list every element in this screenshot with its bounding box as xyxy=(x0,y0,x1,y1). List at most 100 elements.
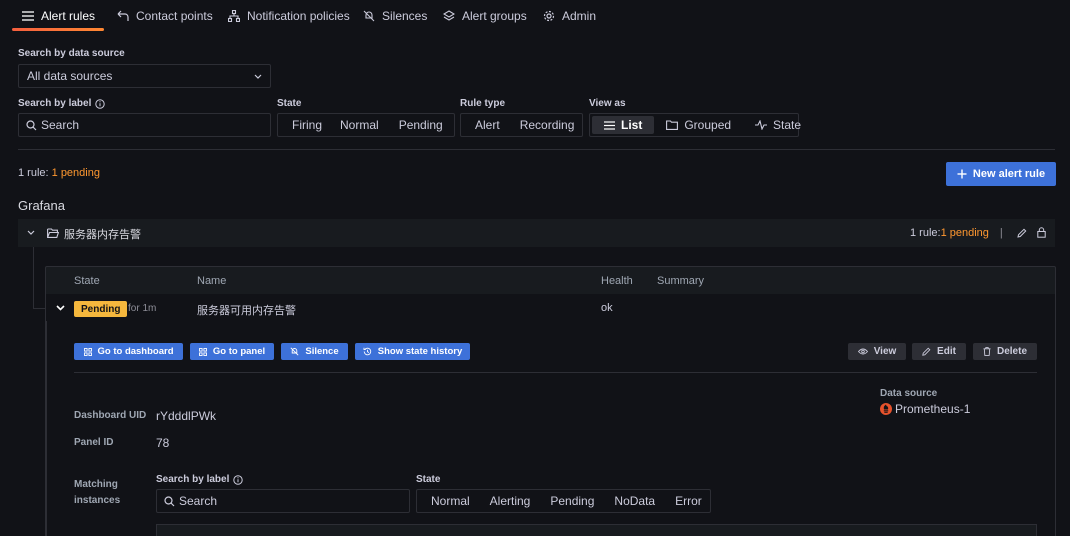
instances-state-nodata[interactable]: NoData xyxy=(604,492,665,510)
matching-instances-label: Matching instances xyxy=(74,477,120,509)
datasource-select-value: All data sources xyxy=(27,69,113,83)
tab-alert-groups[interactable]: Alert groups xyxy=(443,0,527,32)
instances-table xyxy=(156,524,1037,536)
state-filter-firing[interactable]: Firing xyxy=(280,116,330,134)
matching-instances-line1: Matching xyxy=(74,479,118,490)
label-search-input[interactable]: Search xyxy=(18,113,271,137)
chevron-down-icon[interactable] xyxy=(27,230,35,236)
instances-state-error[interactable]: Error xyxy=(665,492,712,510)
view-as-group: List Grouped State xyxy=(589,113,801,137)
tab-admin[interactable]: Admin xyxy=(543,0,596,32)
delete-label: Delete xyxy=(996,346,1027,357)
instances-state-label: State xyxy=(416,474,441,485)
state-filter-group: Firing Normal Pending xyxy=(277,113,455,137)
folder-summary-separator: | xyxy=(999,227,1003,239)
tab-label: Contact points xyxy=(136,9,213,23)
bell-slash-icon xyxy=(363,10,375,22)
col-header-state[interactable]: State xyxy=(74,275,100,287)
heartbeat-icon xyxy=(755,120,768,130)
bell-slash-icon xyxy=(290,347,299,356)
layers-icon xyxy=(443,10,455,21)
edit-button[interactable]: Edit xyxy=(912,343,966,360)
view-as-state-label: State xyxy=(773,118,802,132)
rule-health: ok xyxy=(601,302,613,314)
tab-contact-points[interactable]: Contact points xyxy=(117,0,213,32)
go-to-panel-label: Go to panel xyxy=(212,346,266,357)
label-filter-label: Search by label xyxy=(18,98,106,109)
view-as-state[interactable]: State xyxy=(741,116,811,134)
history-icon xyxy=(363,347,372,356)
cog-icon xyxy=(543,10,555,22)
go-to-panel-button[interactable]: Go to panel xyxy=(190,343,274,360)
instances-state-pending[interactable]: Pending xyxy=(540,492,604,510)
view-as-grouped[interactable]: Grouped xyxy=(654,116,741,134)
instances-state-alerting[interactable]: Alerting xyxy=(480,492,541,510)
prometheus-icon xyxy=(880,403,892,415)
rule-type-recording[interactable]: Recording xyxy=(510,116,585,134)
state-filter-label: State xyxy=(277,98,302,109)
pen-icon[interactable] xyxy=(1017,228,1027,238)
delete-button[interactable]: Delete xyxy=(973,343,1037,360)
col-header-summary[interactable]: Summary xyxy=(657,275,704,287)
view-as-label: View as xyxy=(589,98,626,109)
eye-icon xyxy=(857,348,868,355)
divider xyxy=(74,372,1037,373)
view-as-list-label: List xyxy=(621,118,643,132)
rule-type-group: Alert Recording xyxy=(460,113,583,137)
go-to-dashboard-button[interactable]: Go to dashboard xyxy=(74,343,183,360)
datasource-select[interactable]: All data sources xyxy=(18,64,271,88)
instances-label-filter-text: Search by label xyxy=(156,474,230,485)
pen-icon xyxy=(922,347,931,356)
sitemap-icon xyxy=(228,10,240,22)
view-label: View xyxy=(873,346,897,357)
show-state-history-button[interactable]: Show state history xyxy=(355,343,470,360)
folder-summary: 1 rule: 1 pending | xyxy=(910,227,1003,239)
rule-name: 服务器可用内存告警 xyxy=(197,305,296,317)
datasource-detail: Prometheus-1 xyxy=(880,402,970,416)
search-placeholder: Search xyxy=(179,494,218,508)
col-header-health[interactable]: Health xyxy=(601,275,633,287)
new-alert-rule-button[interactable]: New alert rule xyxy=(946,162,1056,186)
folder-open-icon xyxy=(47,228,59,238)
state-filter-normal[interactable]: Normal xyxy=(330,116,389,134)
dashboard-uid-label: Dashboard UID xyxy=(74,410,147,421)
view-as-list[interactable]: List xyxy=(592,116,655,134)
instances-search-input[interactable]: Search xyxy=(156,489,410,513)
view-button[interactable]: View xyxy=(848,343,906,360)
tab-label: Alert groups xyxy=(462,9,527,23)
plus-icon xyxy=(957,169,967,179)
lock-icon[interactable] xyxy=(1037,227,1046,238)
instances-state-group: Normal Alerting Pending NoData Error xyxy=(416,489,711,513)
view-as-grouped-label: Grouped xyxy=(684,118,732,132)
col-header-name[interactable]: Name xyxy=(197,275,226,287)
rule-type-alert[interactable]: Alert xyxy=(463,116,510,134)
chevron-down-icon[interactable] xyxy=(56,305,65,311)
instances-state-normal[interactable]: Normal xyxy=(419,492,480,510)
silence-label: Silence xyxy=(305,346,339,357)
tab-label: Silences xyxy=(382,9,428,23)
datasource-detail-label: Data source xyxy=(880,388,938,399)
info-circle-icon[interactable] xyxy=(95,98,106,109)
datasource-detail-value: Prometheus-1 xyxy=(895,402,971,416)
tab-label: Alert rules xyxy=(41,9,96,23)
folder-row[interactable] xyxy=(18,219,1055,247)
folder-icon xyxy=(666,120,679,130)
tree-line xyxy=(46,321,47,536)
silence-button[interactable]: Silence xyxy=(281,343,348,360)
edit-label: Edit xyxy=(937,346,956,357)
datasource-filter-label: Search by data source xyxy=(18,48,125,59)
tab-silences[interactable]: Silences xyxy=(363,0,427,32)
apps-icon xyxy=(198,347,207,356)
state-filter-pending[interactable]: Pending xyxy=(389,116,453,134)
panel-id-value: 78 xyxy=(156,436,170,450)
folder-name: 服务器内存告警 xyxy=(64,229,141,241)
rules-summary-pending: 1 pending xyxy=(51,167,100,179)
tab-label: Notification policies xyxy=(247,9,350,23)
tab-label: Admin xyxy=(562,9,597,23)
matching-instances-line2: instances xyxy=(74,495,121,506)
pending-duration: for 1m xyxy=(128,303,157,314)
info-circle-icon[interactable] xyxy=(233,474,244,485)
go-to-dashboard-label: Go to dashboard xyxy=(97,346,174,357)
list-icon xyxy=(22,11,34,21)
tab-notification-policies[interactable]: Notification policies xyxy=(228,0,350,32)
